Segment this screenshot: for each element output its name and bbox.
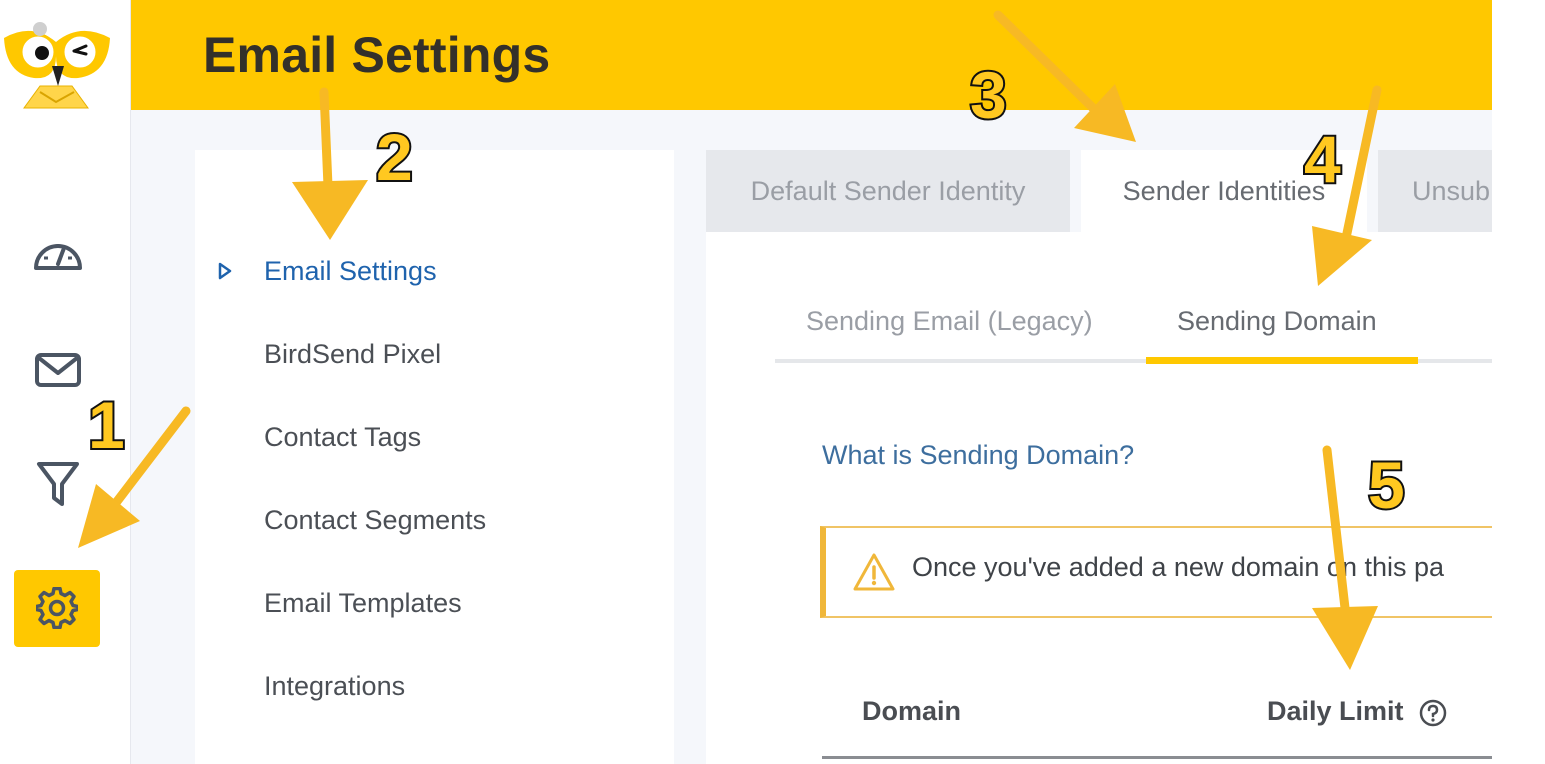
speedometer-icon <box>32 234 84 279</box>
caret-right-icon <box>218 262 232 285</box>
menu-item-email-templates[interactable]: Email Templates <box>264 588 462 619</box>
page-title: Email Settings <box>203 27 551 83</box>
what-is-sending-domain-link[interactable]: What is Sending Domain? <box>822 440 1134 471</box>
annotation-number-3: 3 <box>968 58 1009 132</box>
dashboard-nav[interactable] <box>28 226 88 286</box>
annotation-number-4: 4 <box>1302 122 1343 196</box>
subtab-active-indicator <box>1146 357 1418 364</box>
email-nav[interactable] <box>28 342 88 402</box>
envelope-icon <box>35 352 81 393</box>
right-margin <box>1492 0 1545 764</box>
settings-nav[interactable] <box>14 570 100 647</box>
birdsend-logo[interactable] <box>2 16 114 110</box>
tab-unsubscribe[interactable]: Unsub <box>1378 150 1492 233</box>
warning-alert: Once you've added a new domain on this p… <box>820 526 1520 618</box>
menu-item-contact-segments[interactable]: Contact Segments <box>264 505 486 536</box>
subtab-sending-domain[interactable]: Sending Domain <box>1177 306 1377 337</box>
funnel-nav[interactable] <box>28 456 88 516</box>
column-header-daily-limit: Daily Limit <box>1267 696 1404 726</box>
column-header-domain: Domain <box>862 696 962 726</box>
menu-item-email-settings[interactable]: Email Settings <box>264 256 437 287</box>
gear-icon <box>34 586 80 634</box>
sidebar <box>0 0 131 764</box>
tab-default-sender-identity[interactable]: Default Sender Identity <box>706 150 1070 233</box>
help-circle-icon[interactable] <box>1418 698 1448 733</box>
table-header-divider <box>822 756 1492 759</box>
annotation-number-1: 1 <box>86 388 127 462</box>
warning-text: Once you've added a new domain on this p… <box>912 552 1445 582</box>
filter-icon <box>36 460 80 513</box>
menu-item-integrations[interactable]: Integrations <box>264 671 405 702</box>
menu-item-contact-tags[interactable]: Contact Tags <box>264 422 421 453</box>
annotation-number-5: 5 <box>1366 448 1407 522</box>
warning-icon <box>852 552 896 597</box>
subtab-sending-email-legacy[interactable]: Sending Email (Legacy) <box>806 306 1093 337</box>
annotation-number-2: 2 <box>374 120 415 194</box>
menu-item-birdsend-pixel[interactable]: BirdSend Pixel <box>264 339 441 370</box>
